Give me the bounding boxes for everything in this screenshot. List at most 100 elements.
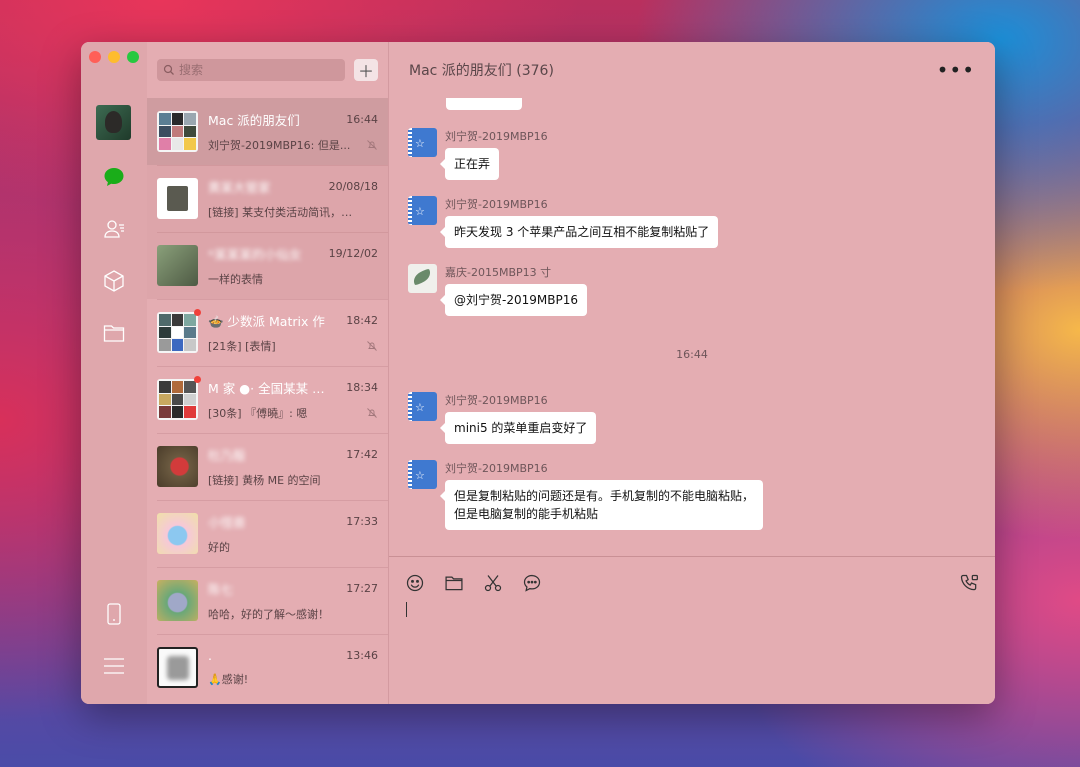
composer-toolbar (404, 572, 543, 594)
emoji-icon[interactable] (404, 572, 426, 594)
chat-preview: 一样的表情 (208, 273, 263, 286)
phone-icon[interactable] (101, 602, 127, 626)
message-bubble: @刘宁贺-2019MBP16 (440, 284, 587, 316)
chat-list-item[interactable]: . 13:46 🙏感谢! (147, 634, 388, 701)
chat-list: Mac 派的朋友们 16:44 刘宁贺-2019MBP16: 但是... 黄某大… (147, 98, 388, 701)
message-sender: 刘宁贺-2019MBP16 (445, 394, 548, 407)
message-bubble: 正在弄 (439, 148, 500, 180)
conversation-title: Mac 派的朋友们 (376) (409, 63, 554, 79)
message-sender: 刘宁贺-2019MBP16 (445, 130, 548, 143)
search-icon (163, 64, 174, 75)
wechat-window: ＋ Mac 派的朋友们 16:44 (81, 42, 995, 704)
chat-name: 杜乃殷 (208, 448, 246, 463)
group-avatar (157, 376, 201, 420)
more-options-button[interactable]: ••• (937, 60, 975, 80)
chat-name: *某某某的小仙女 (208, 247, 302, 262)
scissors-icon[interactable] (482, 572, 504, 594)
mute-bell-icon (367, 341, 377, 351)
chat-name: 小怪兽 (208, 515, 246, 530)
previous-message-bubble (446, 98, 522, 110)
conversation-header: Mac 派的朋友们 (376) ••• (389, 42, 995, 98)
contact-avatar (157, 446, 198, 487)
phone-call-icon[interactable] (958, 572, 980, 594)
chat-list-item[interactable]: Mac 派的朋友们 16:44 刘宁贺-2019MBP16: 但是... (147, 98, 388, 165)
add-chat-button[interactable]: ＋ (354, 59, 378, 81)
zoom-window-button[interactable] (127, 51, 139, 63)
chat-time: 17:42 (346, 448, 378, 461)
cube-icon[interactable] (101, 269, 127, 293)
search-row: ＋ (157, 59, 378, 81)
chat-name: Mac 派的朋友们 (208, 113, 300, 128)
mute-bell-icon (367, 140, 377, 150)
chat-list-item[interactable]: M 家 ●· 全国某某 3 帐 18:34 [30条] 『傅曉』: 嗯 (147, 366, 388, 433)
message-sender: 刘宁贺-2019MBP16 (445, 462, 548, 475)
search-input[interactable] (179, 63, 319, 77)
chat-list-item[interactable]: 杜乃殷 17:42 [链接] 黄杨 ME 的空间 (147, 433, 388, 500)
group-avatar (157, 111, 198, 152)
message: 嘉庆-2015MBP13 寸 @刘宁贺-2019MBP16 (408, 264, 587, 316)
chat-list-panel: ＋ Mac 派的朋友们 16:44 (147, 42, 389, 704)
message: 刘宁贺-2019MBP16 mini5 的菜单重启变好了 (408, 392, 597, 444)
sender-avatar[interactable] (408, 196, 437, 225)
chat-time: 16:44 (346, 113, 378, 126)
composer-divider (389, 556, 995, 557)
message-sender: 刘宁贺-2019MBP16 (445, 198, 548, 211)
contacts-icon[interactable] (101, 217, 127, 241)
chat-time: 18:42 (346, 314, 378, 327)
hamburger-icon[interactable] (101, 654, 127, 678)
chat-preview: [链接] 黄杨 ME 的空间 (208, 474, 321, 487)
message: 刘宁贺-2019MBP16 正在弄 (408, 128, 548, 180)
chat-time: 17:27 (346, 582, 378, 595)
message: 刘宁贺-2019MBP16 但是复制粘贴的问题还是有。手机复制的不能电脑粘贴， … (408, 460, 764, 530)
message-list: 刘宁贺-2019MBP16 正在弄 刘宁贺-2019MBP16 昨天发现 3 个… (389, 98, 995, 556)
chat-preview: 🙏感谢! (208, 673, 249, 686)
chat-time: 17:33 (346, 515, 378, 528)
chat-name: 陈七 (208, 582, 234, 597)
message-bubble: 昨天发现 3 个苹果产品之间互相不能复制粘贴了 (439, 216, 719, 248)
chat-time: 19/12/02 (328, 247, 378, 260)
unread-dot (194, 309, 201, 316)
mute-bell-icon (367, 408, 377, 418)
chat-preview: [21条] [表情] (208, 340, 276, 353)
message-bubble: mini5 的菜单重启变好了 (439, 412, 597, 444)
chat-preview: [30条] 『傅曉』: 嗯 (208, 407, 308, 420)
message-sender: 嘉庆-2015MBP13 寸 (445, 266, 552, 279)
chat-preview: 哈哈，好的了解～感谢！ (208, 608, 329, 621)
user-avatar[interactable] (96, 105, 131, 140)
message-input[interactable] (404, 600, 980, 690)
contact-avatar (157, 178, 198, 219)
sender-avatar[interactable] (408, 392, 437, 421)
chat-preview: 刘宁贺-2019MBP16: 但是... (208, 139, 351, 152)
traffic-lights (89, 51, 139, 63)
contact-avatar (157, 513, 198, 554)
folder-icon[interactable] (443, 572, 465, 594)
chat-list-item[interactable]: 小怪兽 17:33 好的 (147, 500, 388, 567)
chat-time: 13:46 (346, 649, 378, 662)
chat-name: . (208, 648, 212, 663)
chat-list-item[interactable]: 陈七 17:27 哈哈，好的了解～感谢！ (147, 567, 388, 634)
search-box[interactable] (157, 59, 345, 81)
time-separator: 16:44 (676, 348, 708, 361)
sender-avatar[interactable] (408, 128, 437, 157)
nav-rail (81, 42, 147, 704)
chat-history-icon[interactable] (521, 572, 543, 594)
chat-list-item[interactable]: *某某某的小仙女 19/12/02 一样的表情 (147, 232, 388, 299)
sender-avatar[interactable] (408, 264, 437, 293)
message-bubble: 但是复制粘贴的问题还是有。手机复制的不能电脑粘贴， 但是电脑复制的能手机粘贴 (439, 480, 764, 530)
minimize-window-button[interactable] (108, 51, 120, 63)
conversation-panel: Mac 派的朋友们 (376) ••• 刘宁贺-2019MBP16 正在弄 刘宁… (389, 42, 995, 704)
contact-avatar (157, 245, 198, 286)
folder-icon[interactable] (101, 321, 127, 345)
sender-avatar[interactable] (408, 460, 437, 489)
chat-preview: [链接] 某支付类活动简讯，请 .. (208, 206, 353, 219)
chat-time: 20/08/18 (328, 180, 378, 193)
chat-bubble-icon[interactable] (101, 165, 127, 189)
chat-list-item[interactable]: 🍲 少数派 Matrix 作 18:42 [21条] [表情] (147, 299, 388, 366)
chat-preview: 好的 (208, 541, 230, 554)
close-window-button[interactable] (89, 51, 101, 63)
message: 刘宁贺-2019MBP16 昨天发现 3 个苹果产品之间互相不能复制粘贴了 (408, 196, 719, 248)
chat-list-item[interactable]: 黄某大管家 20/08/18 [链接] 某支付类活动简讯，请 .. (147, 165, 388, 232)
chat-name: 黄某大管家 (208, 180, 271, 195)
group-avatar (157, 309, 201, 353)
contact-avatar (157, 647, 198, 688)
